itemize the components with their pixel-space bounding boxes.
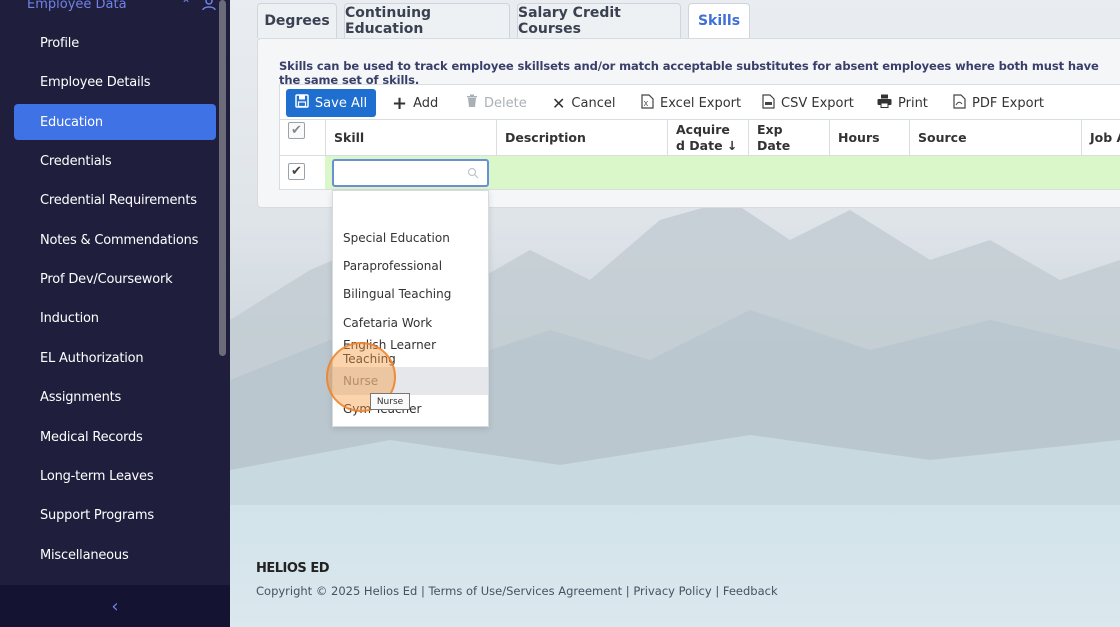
column-header-description-label: Description [505,129,586,145]
exp-date-label-line1: Exp [757,121,783,137]
close-icon: ✕ [552,93,566,113]
column-header-acquired-date-label: Acquire d Date ↓ [676,122,737,154]
add-label: Add [413,95,439,111]
row-checkbox-cell: ✔ [280,156,325,189]
printer-icon [877,94,892,112]
sidebar-item-medical-records[interactable]: Medical Records [14,419,216,455]
sidebar-item-employee-details[interactable]: Employee Details [14,64,216,100]
footer-separator: | [622,584,634,598]
sidebar-collapse-button[interactable]: ‹ [0,585,230,627]
exp-date-label-line2: Date [757,137,791,153]
cancel-button[interactable]: ✕ Cancel [552,89,615,117]
feedback-link[interactable]: Feedback [723,584,778,598]
acquired-date-label-line1: Acquire [676,121,730,137]
excel-file-icon: X [641,93,654,113]
privacy-policy-link[interactable]: Privacy Policy [633,584,711,598]
acquired-date-label-line2: d Date ↓ [676,137,738,153]
chevron-up-icon[interactable]: ⌃ [177,0,195,11]
delete-label: Delete [484,95,527,111]
grid-toolbar: Save All + Add Delete ✕ Cancel X Excel E… [279,84,1120,120]
column-header-skill-label: Skill [334,129,365,145]
footer-text: Copyright © 2025 Helios Ed | Terms of Us… [256,584,778,598]
user-icon [201,0,217,11]
plus-icon: + [392,92,408,114]
sidebar-item-prof-dev[interactable]: Prof Dev/Coursework [14,261,216,297]
sidebar-scrollbar-thumb[interactable] [219,0,226,356]
footer-separator: | [711,584,723,598]
sidebar-item-induction[interactable]: Induction [14,300,216,336]
terms-link[interactable]: Terms of Use/Services Agreement [428,584,622,598]
sidebar-item-miscellaneous[interactable]: Miscellaneous [14,537,216,573]
delete-button[interactable]: Delete [466,89,527,117]
sidebar-item-education[interactable]: Education [14,104,216,140]
tooltip: Nurse [370,393,410,410]
column-header-exp-date[interactable]: Exp Date [748,120,829,155]
skills-hint-text: Skills can be used to track employee ski… [279,59,1099,87]
copyright-text: Copyright © 2025 Helios Ed [256,584,418,598]
search-icon [467,167,479,179]
dropdown-option-bilingual-teaching[interactable]: Bilingual Teaching [333,280,488,308]
sidebar-item-credentials[interactable]: Credentials [14,143,216,179]
helios-ed-logo: HELIOS ED [256,561,330,576]
sidebar-item-profile[interactable]: Profile [14,25,216,61]
grid-header-row: ✔ Skill Description Acquire d Date ↓ Exp D… [279,120,1120,156]
print-button[interactable]: Print [877,89,928,117]
column-header-source[interactable]: Source [909,120,1081,155]
csv-export-button[interactable]: CSV Export [762,89,854,117]
sidebar-item-support-programs[interactable]: Support Programs [14,497,216,533]
skill-combobox-input[interactable] [332,159,489,187]
select-all-checkbox[interactable]: ✔ [288,122,305,139]
csv-file-icon [762,93,775,113]
dropdown-option-paraprofessional[interactable]: Paraprofessional [333,252,488,280]
dropdown-option-cafetaria-work[interactable]: Cafetaria Work [333,309,488,337]
csv-export-label: CSV Export [781,95,854,111]
column-header-hours-label: Hours [838,129,880,145]
save-all-button[interactable]: Save All [286,89,376,117]
pdf-file-icon [953,93,966,113]
svg-text:X: X [644,100,649,108]
excel-export-button[interactable]: X Excel Export [641,89,741,117]
column-header-job-a[interactable]: Job A [1081,120,1120,155]
sidebar-section-header[interactable]: Employee Data ⌃ [27,0,217,14]
sidebar: Employee Data ⌃ Profile Employee Details… [0,0,230,627]
tab-salary-credit-courses[interactable]: Salary Credit Courses [517,3,681,38]
tab-skills[interactable]: Skills [688,3,750,38]
tab-degrees[interactable]: Degrees [257,3,337,38]
save-icon [295,94,309,112]
excel-export-label: Excel Export [660,95,742,111]
pdf-export-label: PDF Export [972,95,1045,111]
sidebar-item-assignments[interactable]: Assignments [14,379,216,415]
sidebar-item-credential-requirements[interactable]: Credential Requirements [14,182,216,218]
column-header-job-a-label: Job A [1090,129,1120,145]
print-label: Print [898,95,928,111]
trash-icon [466,94,478,112]
cancel-label: Cancel [571,95,616,111]
add-button[interactable]: + Add [392,89,438,117]
dropdown-option-special-education[interactable]: Special Education [333,224,488,252]
column-header-description[interactable]: Description [496,120,667,155]
column-header-source-label: Source [918,129,967,145]
sidebar-item-el-authorization[interactable]: EL Authorization [14,340,216,376]
footer-background [230,505,1120,627]
sidebar-section-title: Employee Data [27,0,127,12]
column-header-exp-date-label: Exp Date [757,122,790,154]
column-header-skill[interactable]: Skill [325,120,497,155]
row-checkbox[interactable]: ✔ [288,163,305,180]
footer-separator: | [417,584,429,598]
sidebar-item-notes-commendations[interactable]: Notes & Commendations [14,222,216,258]
pdf-export-button[interactable]: PDF Export [953,89,1044,117]
column-header-hours[interactable]: Hours [829,120,909,155]
tab-continuing-education[interactable]: Continuing Education [344,3,510,38]
save-all-label: Save All [314,95,368,111]
column-header-acquired-date[interactable]: Acquire d Date ↓ [667,120,748,155]
chevron-left-icon: ‹ [111,595,119,617]
sidebar-item-long-term-leaves[interactable]: Long-term Leaves [14,458,216,494]
